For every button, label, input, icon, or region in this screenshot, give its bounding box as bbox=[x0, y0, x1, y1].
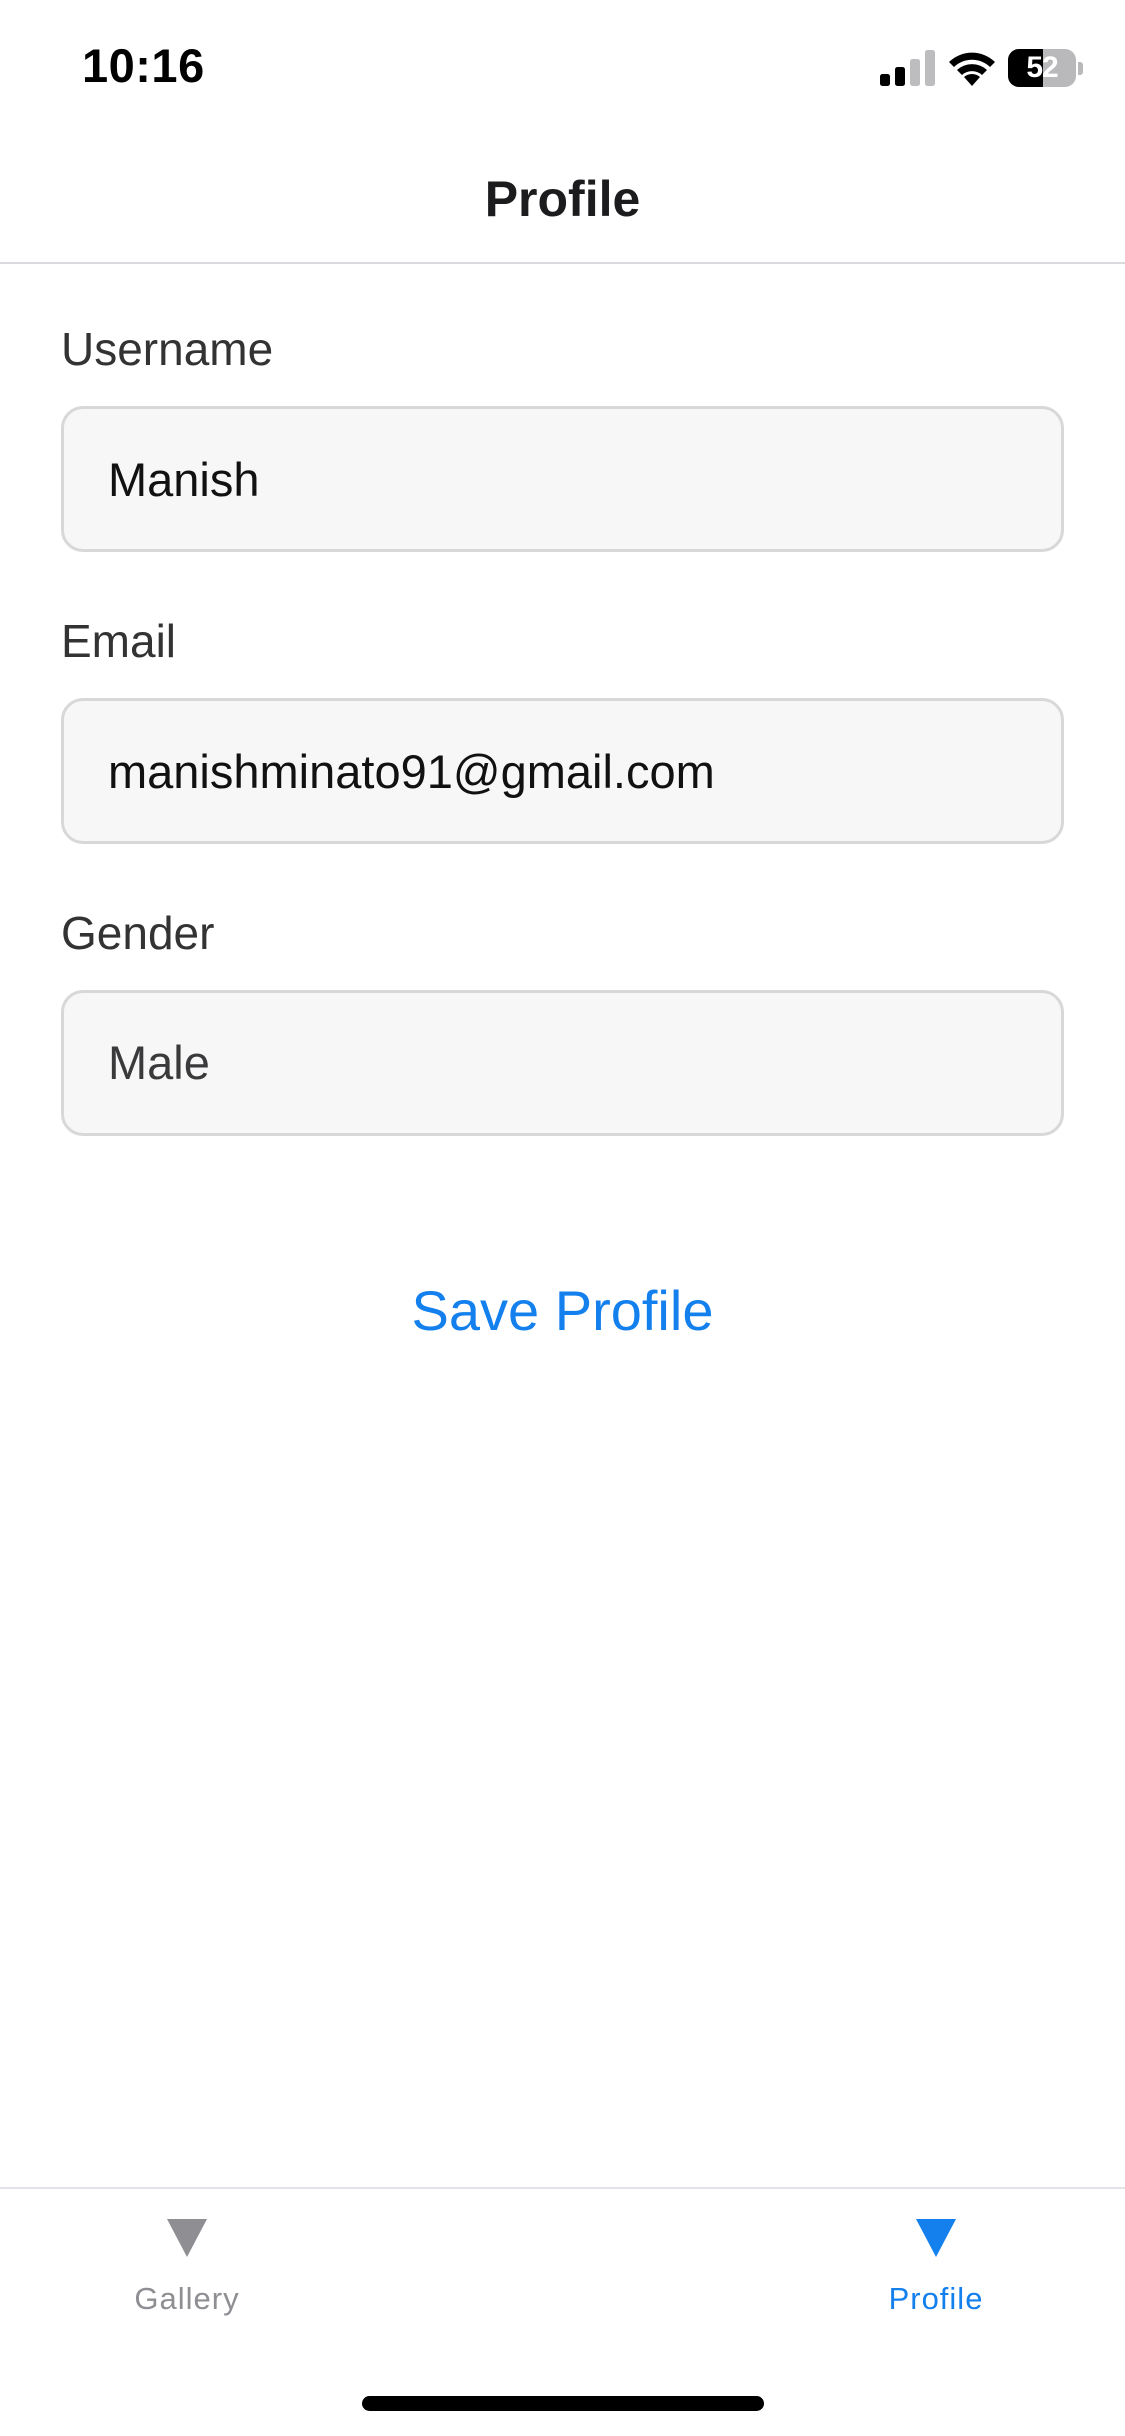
gender-value: Male bbox=[108, 1036, 210, 1089]
username-input[interactable] bbox=[108, 409, 1008, 549]
tab-profile[interactable]: Profile bbox=[836, 2219, 1036, 2339]
page-title: Profile bbox=[484, 171, 641, 227]
gender-label: Gender bbox=[61, 907, 215, 959]
battery-level-text: 52 bbox=[1026, 51, 1058, 84]
wifi-icon bbox=[949, 52, 995, 86]
email-input[interactable] bbox=[108, 701, 1008, 841]
navigation-bar: Profile bbox=[0, 132, 1125, 264]
username-label: Username bbox=[61, 323, 274, 375]
tab-profile-label: Profile bbox=[888, 2281, 984, 2316]
email-field[interactable] bbox=[61, 698, 1064, 844]
save-profile-button[interactable]: Save Profile bbox=[0, 1278, 1125, 1343]
status-bar: 10:16 52 bbox=[0, 0, 1125, 132]
status-time: 10:16 bbox=[82, 39, 205, 92]
tab-gallery-label: Gallery bbox=[134, 2281, 240, 2316]
email-label: Email bbox=[61, 615, 177, 667]
gender-selector[interactable]: Male bbox=[61, 990, 1064, 1136]
battery-icon: 52 bbox=[1008, 49, 1084, 87]
username-field[interactable] bbox=[61, 406, 1064, 552]
triangle-down-icon bbox=[916, 2219, 956, 2257]
triangle-down-icon bbox=[167, 2219, 207, 2257]
cellular-signal-icon bbox=[880, 50, 935, 86]
tab-gallery[interactable]: Gallery bbox=[87, 2219, 287, 2339]
home-indicator bbox=[362, 2396, 764, 2411]
